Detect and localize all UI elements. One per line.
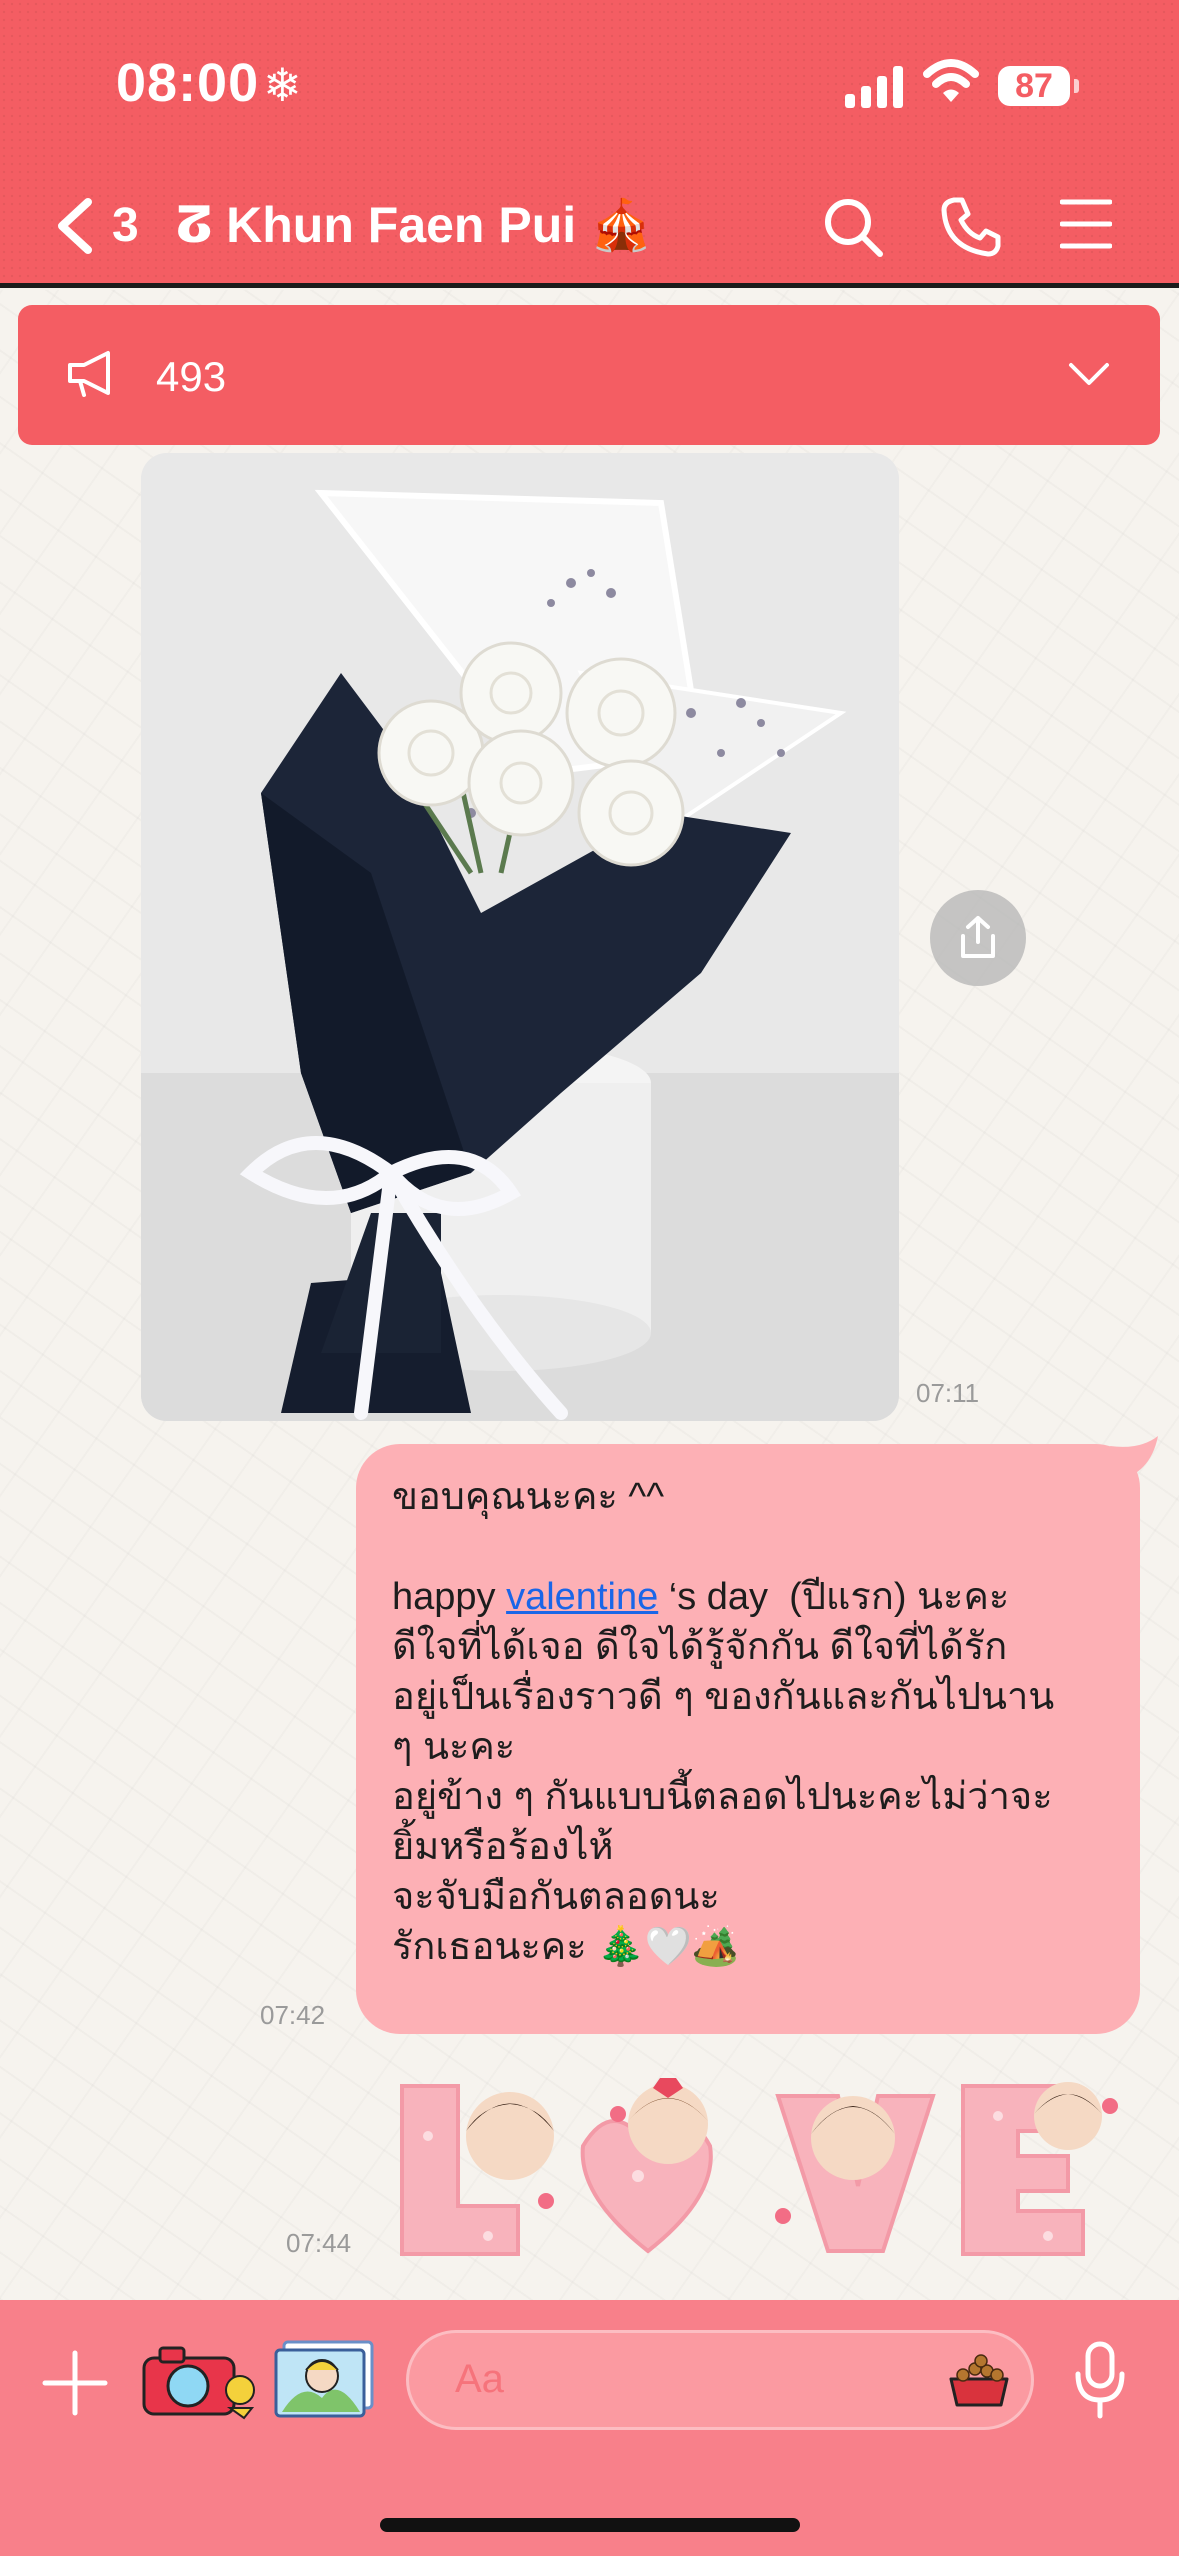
message-line: อยู่ข้าง ๆ กันแบบนี้ตลอดไปนะคะไม่ว่าจะ bbox=[392, 1776, 1053, 1818]
microphone-icon[interactable] bbox=[1074, 2340, 1126, 2420]
message-line: ๆ นะคะ bbox=[392, 1726, 516, 1768]
wifi-icon bbox=[923, 59, 979, 102]
battery-indicator: 87 bbox=[998, 66, 1079, 106]
message-line: happy valentine ‘s day (ปีแรก) นะคะ bbox=[392, 1576, 1010, 1618]
message-line: รักเธอนะคะ 🎄🤍🏕️ bbox=[392, 1926, 740, 1968]
message-bubble[interactable]: ขอบคุณนะคะ ^^ happy valentine ‘s day (ปี… bbox=[356, 1444, 1140, 2034]
photo-library-icon[interactable] bbox=[272, 2340, 376, 2420]
message-input-placeholder: Aa bbox=[455, 2357, 504, 2401]
share-button[interactable] bbox=[930, 890, 1026, 986]
announcement-count: 493 bbox=[156, 353, 227, 400]
unread-count[interactable]: 3 bbox=[112, 198, 139, 253]
message-line: ขอบคุณนะคะ ^^ bbox=[392, 1476, 665, 1518]
announcement-banner[interactable]: 493 bbox=[18, 305, 1160, 445]
chat-header: 08:00❄ 87 3 ⵒ Khun Faen Pui 🎪 bbox=[0, 0, 1179, 288]
message-line: ยิ้มหรือร้องไห้ bbox=[392, 1826, 614, 1868]
love-sticker[interactable] bbox=[398, 2076, 1128, 2256]
chat-title[interactable]: ⵒ Khun Faen Pui 🎪 bbox=[176, 196, 652, 255]
message-line: ดีใจที่ได้เจอ ดีใจได้รู้จักกัน ดีใจที่ได… bbox=[392, 1626, 1008, 1668]
message-line: อยู่เป็นเรื่องราวดี ๆ ของกันและกันไปนาน bbox=[392, 1676, 1055, 1718]
message-time: 07:44 bbox=[286, 2228, 352, 2258]
phone-icon[interactable] bbox=[940, 196, 1002, 258]
snowflake-icon: ❄ bbox=[263, 59, 303, 111]
status-time: 08:00❄ bbox=[116, 53, 303, 113]
plus-icon[interactable] bbox=[42, 2350, 108, 2416]
bouquet-image bbox=[141, 453, 899, 1421]
home-indicator bbox=[380, 2518, 800, 2532]
search-icon[interactable] bbox=[822, 196, 884, 258]
megaphone-icon bbox=[68, 351, 110, 397]
bouquet-photo[interactable] bbox=[141, 453, 899, 1421]
message-time: 07:42 bbox=[260, 2000, 326, 2030]
message-input[interactable]: Aa bbox=[406, 2330, 1034, 2430]
back-chevron-icon[interactable] bbox=[52, 196, 98, 256]
cellular-signal-icon bbox=[845, 62, 905, 108]
sticker-bowl-icon[interactable] bbox=[947, 2353, 1011, 2409]
menu-icon[interactable] bbox=[1060, 196, 1112, 252]
valentine-link[interactable]: valentine bbox=[506, 1576, 658, 1618]
camera-icon[interactable] bbox=[140, 2344, 258, 2420]
share-icon bbox=[961, 916, 995, 958]
message-line: จะจับมือกันตลอดนะ bbox=[392, 1876, 720, 1918]
message-time: 07:11 bbox=[916, 1378, 980, 1408]
chevron-down-icon[interactable] bbox=[1068, 361, 1110, 387]
